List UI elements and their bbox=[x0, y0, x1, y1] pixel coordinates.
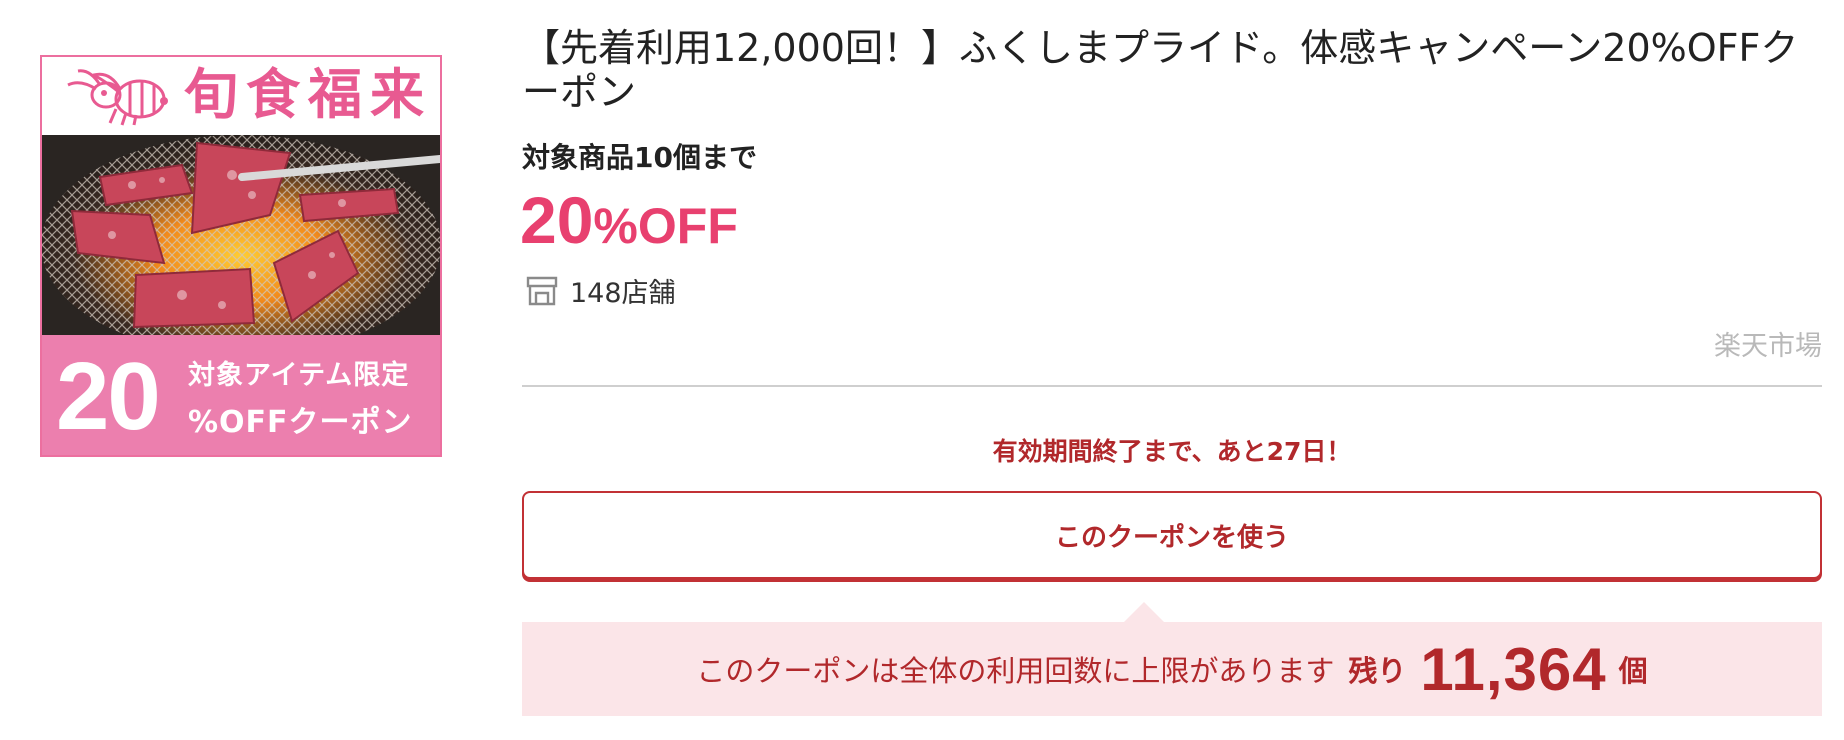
use-coupon-button-label: このクーポンを使う bbox=[1054, 522, 1289, 553]
discount-number: 20 bbox=[520, 183, 594, 257]
usage-limit-text: このクーポンは全体の利用回数に上限があります bbox=[696, 654, 1335, 688]
limit-notice-arrow bbox=[1124, 602, 1164, 622]
shop-count-link[interactable]: 148店舗 bbox=[524, 270, 676, 310]
target-item-limit: 対象商品10個まで bbox=[522, 141, 757, 174]
usage-limit-notice: このクーポンは全体の利用回数に上限があります 残り 11,364 個 bbox=[522, 622, 1822, 716]
use-coupon-button[interactable]: このクーポンを使う bbox=[522, 491, 1822, 579]
remaining-unit: 個 bbox=[1618, 654, 1648, 688]
remaining-label: 残り bbox=[1348, 654, 1407, 688]
store-icon bbox=[526, 276, 558, 306]
remaining-count: 11,364 bbox=[1420, 635, 1607, 703]
discount-amount: 20%OFF bbox=[520, 180, 738, 266]
image-banner: 20 対象アイテム限定 %OFFクーポン bbox=[42, 335, 440, 455]
divider bbox=[522, 385, 1822, 387]
marketplace-label: 楽天市場 bbox=[1714, 331, 1822, 362]
discount-unit: %OFF bbox=[593, 198, 738, 254]
shop-count: 148店舗 bbox=[570, 277, 676, 309]
coupon-title[interactable]: 【先着利用12,000回！】ふくしまプライド。体感キャンペーン20%OFFクーポ… bbox=[522, 26, 1822, 114]
bee-icon bbox=[67, 69, 168, 126]
coupon-page: 旬食福来 20 対象アイテム限定 %OFFクーポン 【先着利用12,000回！】… bbox=[0, 0, 1844, 740]
grilled-beef-photo bbox=[42, 135, 440, 335]
image-big-number: 20 bbox=[56, 343, 161, 450]
image-banner-line2: %OFFクーポン bbox=[188, 405, 413, 440]
image-banner-line1: 対象アイテム限定 bbox=[188, 360, 410, 391]
image-logo-text: 旬食福来 bbox=[184, 62, 432, 126]
expiry-notice: 有効期間終了まで、あと27日！ bbox=[992, 437, 1352, 466]
image-header: 旬食福来 bbox=[42, 57, 440, 135]
coupon-image[interactable]: 旬食福来 20 対象アイテム限定 %OFFクーポン bbox=[40, 55, 442, 457]
